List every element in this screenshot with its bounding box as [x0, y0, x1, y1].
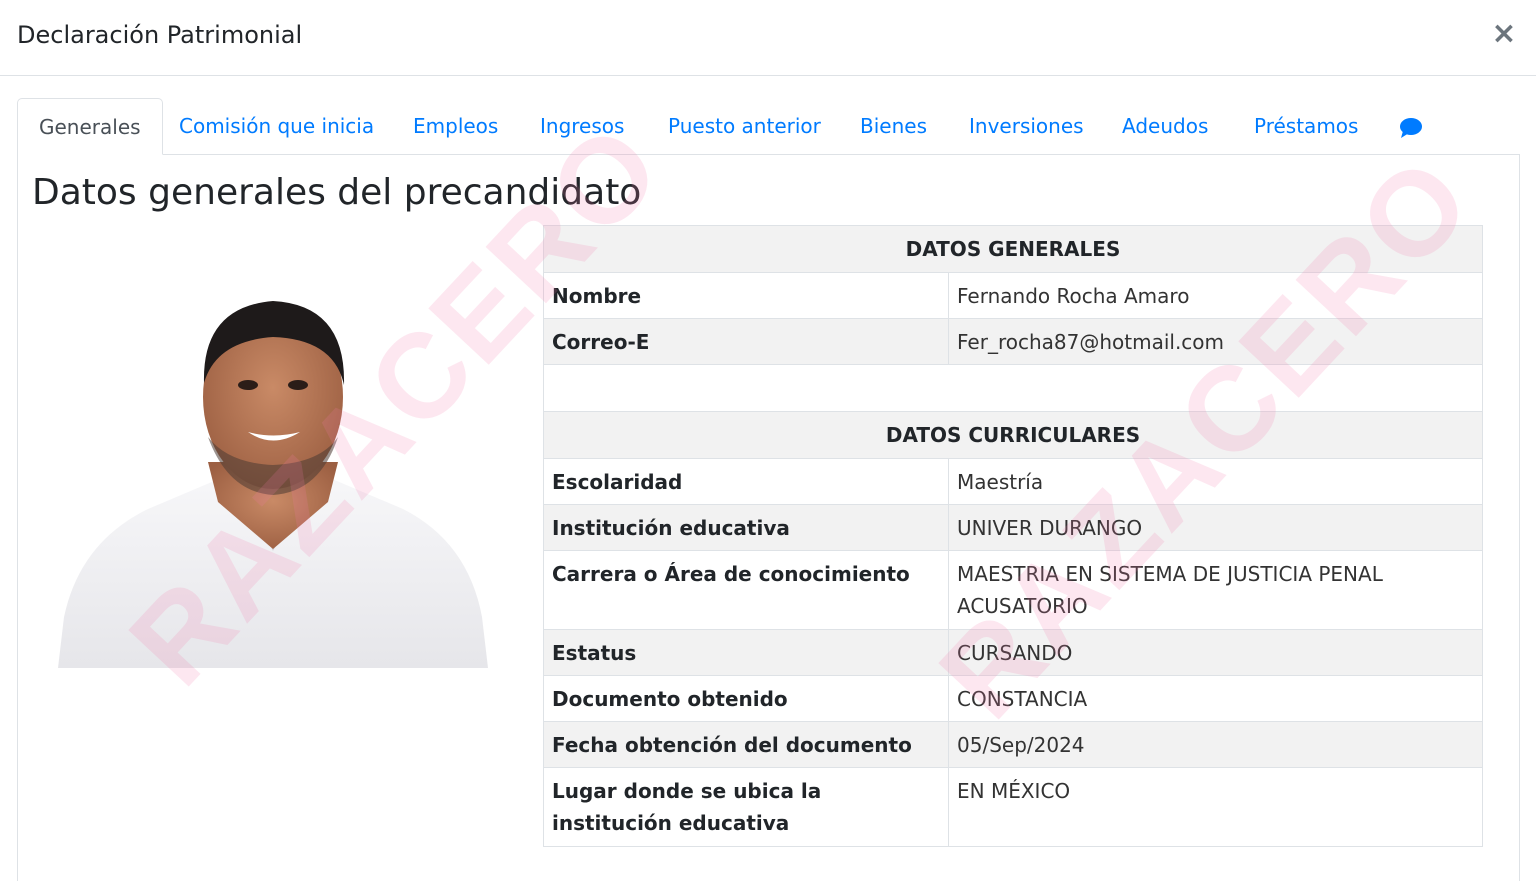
- close-button[interactable]: ×: [1490, 16, 1518, 52]
- table-row: Correo-E Fer_rocha87@hotmail.com: [543, 318, 1483, 365]
- tab-prestamos[interactable]: Préstamos: [1254, 98, 1358, 155]
- blank-row: [543, 364, 1483, 412]
- nombre-label: Nombre: [543, 272, 949, 319]
- tab-comision-que-inicia[interactable]: Comisión que inicia: [179, 98, 374, 155]
- datos-generales-header: DATOS GENERALES: [543, 225, 1483, 273]
- tab-adeudos[interactable]: Adeudos: [1122, 98, 1208, 155]
- carrera-value: MAESTRIA EN SISTEMA DE JUSTICIA PENAL AC…: [948, 550, 1483, 630]
- documento-label: Documento obtenido: [543, 675, 949, 722]
- escolaridad-value: Maestría: [948, 458, 1483, 505]
- section-title: Datos generales del precandidato: [32, 172, 642, 213]
- estatus-value: CURSANDO: [948, 629, 1483, 676]
- fecha-value: 05/Sep/2024: [948, 721, 1483, 768]
- tab-comments[interactable]: [1399, 98, 1423, 155]
- fecha-label: Fecha obtención del documento: [543, 721, 949, 768]
- tab-empleos[interactable]: Empleos: [413, 98, 498, 155]
- correo-label: Correo-E: [543, 318, 949, 365]
- table-row: Documento obtenido CONSTANCIA: [543, 675, 1483, 722]
- datos-curriculares-header-row: DATOS CURRICULARES: [543, 411, 1483, 459]
- chat-bubble-icon: [1400, 117, 1422, 138]
- lugar-value: EN MÉXICO: [948, 767, 1483, 847]
- estatus-label: Estatus: [543, 629, 949, 676]
- modal-header: Declaración Patrimonial ×: [0, 0, 1536, 76]
- nombre-value: Fernando Rocha Amaro: [948, 272, 1483, 319]
- institucion-value: UNIVER DURANGO: [948, 504, 1483, 551]
- datos-table: DATOS GENERALES Nombre Fernando Rocha Am…: [543, 225, 1483, 847]
- tab-bar: Generales Comisión que inicia Empleos In…: [17, 98, 1520, 155]
- table-row: Estatus CURSANDO: [543, 629, 1483, 676]
- datos-generales-header-row: DATOS GENERALES: [543, 225, 1483, 273]
- table-row: Escolaridad Maestría: [543, 458, 1483, 505]
- lugar-label: Lugar donde se ubica la institución educ…: [543, 767, 949, 847]
- tab-ingresos[interactable]: Ingresos: [540, 98, 624, 155]
- table-row: Carrera o Área de conocimiento MAESTRIA …: [543, 550, 1483, 630]
- tab-inversiones[interactable]: Inversiones: [969, 98, 1084, 155]
- tab-generales[interactable]: Generales: [17, 98, 163, 155]
- table-row: Institución educativa UNIVER DURANGO: [543, 504, 1483, 551]
- modal-title: Declaración Patrimonial: [17, 21, 303, 49]
- table-row: Fecha obtención del documento 05/Sep/202…: [543, 721, 1483, 768]
- escolaridad-label: Escolaridad: [543, 458, 949, 505]
- tab-puesto-anterior[interactable]: Puesto anterior: [668, 98, 821, 155]
- datos-curriculares-header: DATOS CURRICULARES: [543, 411, 1483, 459]
- table-row: Nombre Fernando Rocha Amaro: [543, 272, 1483, 319]
- documento-value: CONSTANCIA: [948, 675, 1483, 722]
- correo-value: Fer_rocha87@hotmail.com: [948, 318, 1483, 365]
- candidate-photo: [58, 301, 488, 668]
- table-row: Lugar donde se ubica la institución educ…: [543, 767, 1483, 847]
- institucion-label: Institución educativa: [543, 504, 949, 551]
- carrera-label: Carrera o Área de conocimiento: [543, 550, 949, 630]
- blank-cell: [543, 364, 1483, 412]
- tab-bienes[interactable]: Bienes: [860, 98, 927, 155]
